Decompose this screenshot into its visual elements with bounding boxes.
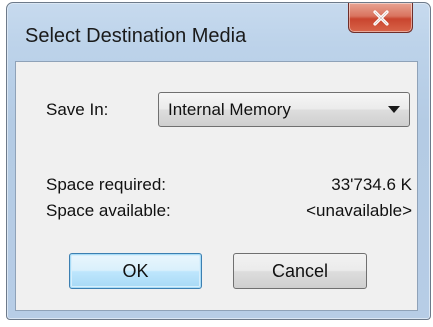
close-button[interactable] bbox=[348, 3, 413, 33]
space-required-label: Space required: bbox=[46, 175, 167, 194]
save-in-selected-value: Internal Memory bbox=[168, 100, 291, 119]
chevron-down-icon bbox=[388, 106, 400, 113]
dialog-body: Save In: Internal Memory Space required:… bbox=[15, 61, 418, 311]
space-required-value: 33'734.6 K bbox=[331, 175, 412, 194]
ok-button[interactable]: OK bbox=[69, 253, 202, 289]
cancel-button[interactable]: Cancel bbox=[233, 253, 367, 289]
dialog-window: Select Destination Media Save In: Intern… bbox=[6, 2, 431, 320]
space-available-value: <unavailable> bbox=[306, 201, 412, 220]
dialog-title: Select Destination Media bbox=[25, 25, 247, 47]
save-in-dropdown[interactable]: Internal Memory bbox=[158, 92, 410, 127]
space-available-label: Space available: bbox=[46, 201, 171, 220]
close-icon bbox=[372, 9, 389, 26]
save-in-label: Save In: bbox=[46, 100, 109, 119]
